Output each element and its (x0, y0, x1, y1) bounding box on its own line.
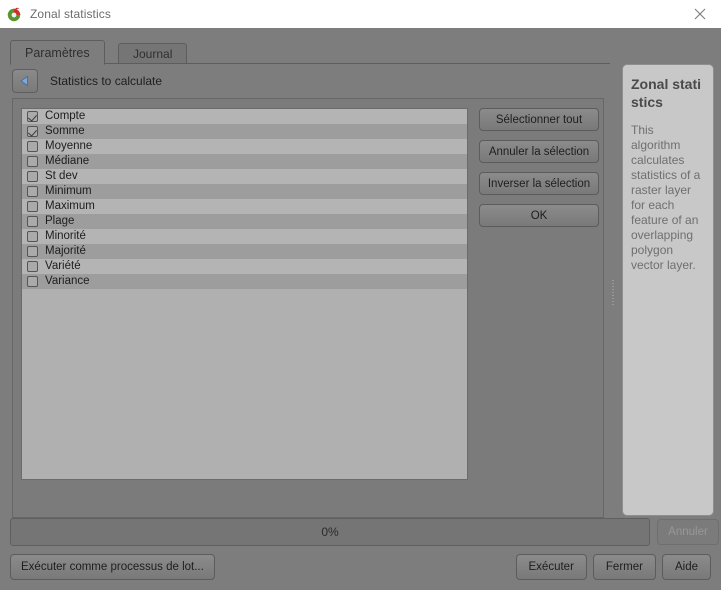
list-item[interactable]: Minimum (22, 184, 467, 199)
list-item-label: Compte (45, 110, 86, 122)
checkbox[interactable] (27, 186, 38, 197)
close-button[interactable]: Fermer (592, 554, 656, 580)
window-title: Zonal statistics (30, 7, 111, 21)
list-item[interactable]: Variété (22, 259, 467, 274)
list-item-label: Médiane (45, 155, 90, 167)
tab-parametres-label: Paramètres (25, 45, 90, 60)
list-item[interactable]: Variance (22, 274, 467, 289)
help-body: This algorithm calculates statistics of … (631, 123, 701, 272)
group-title: Statistics to calculate (50, 74, 163, 88)
left-arrow-icon[interactable] (12, 69, 38, 93)
footer-row: Exécuter comme processus de lot... Exécu… (10, 554, 711, 582)
checkbox[interactable] (27, 156, 38, 167)
help-panel: Zonal statistics This algorithm calculat… (622, 64, 714, 516)
help-button[interactable]: Aide (661, 554, 711, 580)
progress-row: 0% Annuler (10, 518, 719, 548)
tab-journal-label: Journal (133, 46, 173, 61)
clear-selection-button[interactable]: Annuler la sélection (479, 140, 599, 163)
list-item-label: St dev (45, 170, 78, 182)
checkbox[interactable] (27, 261, 38, 272)
list-item[interactable]: Médiane (22, 154, 467, 169)
help-title: Zonal statistics (631, 76, 702, 110)
checkbox[interactable] (27, 231, 38, 242)
checkbox[interactable] (27, 171, 38, 182)
list-item[interactable]: Maximum (22, 199, 467, 214)
list-item[interactable]: St dev (22, 169, 467, 184)
list-item[interactable]: Minorité (22, 229, 467, 244)
title-bar: Zonal statistics (0, 0, 721, 28)
list-item-label: Minimum (45, 185, 92, 197)
checkbox[interactable] (27, 126, 38, 137)
list-item-label: Majorité (45, 245, 86, 257)
list-item-label: Variété (45, 260, 81, 272)
checkbox[interactable] (27, 201, 38, 212)
parameters-panel: Statistics to calculate Compte Somme Moy… (10, 64, 607, 519)
splitter-handle[interactable] (609, 68, 617, 518)
progress-label: 0% (321, 525, 339, 539)
list-item-label: Maximum (45, 200, 95, 212)
footer-actions: Exécuter Fermer Aide (515, 554, 711, 580)
list-item[interactable]: Plage (22, 214, 467, 229)
close-icon[interactable] (679, 0, 721, 28)
invert-selection-button[interactable]: Inverser la sélection (479, 172, 599, 195)
tab-bar: Paramètres Journal (10, 40, 610, 65)
select-all-button[interactable]: Sélectionner tout (479, 108, 599, 131)
list-item[interactable]: Majorité (22, 244, 467, 259)
list-item-label: Minorité (45, 230, 86, 242)
qgis-logo-icon (6, 6, 22, 22)
checkbox[interactable] (27, 111, 38, 122)
list-item[interactable]: Moyenne (22, 139, 467, 154)
statistics-list[interactable]: Compte Somme Moyenne Médiane St dev Mini… (21, 108, 468, 480)
list-item-label: Variance (45, 275, 90, 287)
tab-parametres[interactable]: Paramètres (10, 40, 105, 65)
dialog-body: Paramètres Journal Statistics to calcula… (0, 28, 721, 590)
list-item-label: Somme (45, 125, 85, 137)
checkbox[interactable] (27, 276, 38, 287)
list-item[interactable]: Compte (22, 109, 467, 124)
splitter-dots-icon (612, 280, 614, 306)
checkbox[interactable] (27, 246, 38, 257)
group-box: Compte Somme Moyenne Médiane St dev Mini… (12, 98, 604, 518)
list-item[interactable]: Somme (22, 124, 467, 139)
group-header: Statistics to calculate (12, 68, 572, 94)
checkbox[interactable] (27, 216, 38, 227)
ok-button[interactable]: OK (479, 204, 599, 227)
cancel-button[interactable]: Annuler (657, 519, 719, 545)
list-item-label: Plage (45, 215, 75, 227)
run-as-batch-button[interactable]: Exécuter comme processus de lot... (10, 554, 215, 580)
list-actions: Sélectionner tout Annuler la sélection I… (479, 108, 599, 236)
run-button[interactable]: Exécuter (515, 554, 587, 580)
tab-journal[interactable]: Journal (118, 43, 188, 64)
progress-bar: 0% (10, 518, 650, 546)
list-item-label: Moyenne (45, 140, 93, 152)
checkbox[interactable] (27, 141, 38, 152)
